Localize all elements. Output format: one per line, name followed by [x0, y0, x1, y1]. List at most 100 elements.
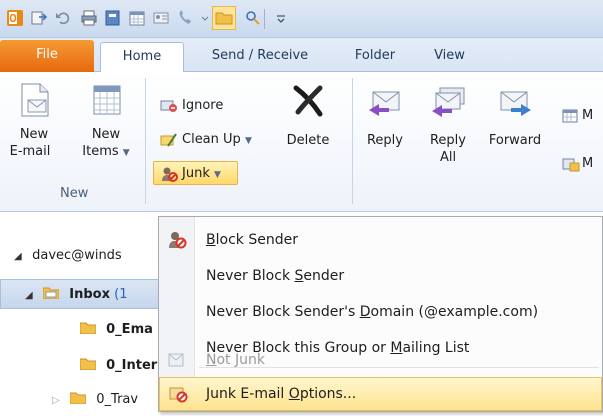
ignore-button[interactable]: Ignore [158, 94, 223, 118]
junk-dropdown-icon: ▼ [213, 170, 221, 180]
folder-icon [80, 358, 96, 370]
reply-all-label-1: Reply [429, 133, 466, 148]
group-label-new: New [60, 186, 89, 201]
new-items-dropdown-icon: ▼ [122, 148, 130, 158]
reply-button[interactable]: Reply [360, 80, 410, 149]
new-email-button[interactable]: New E-mail [10, 80, 56, 160]
undo-icon[interactable] [54, 9, 72, 27]
meeting-button[interactable]: M [560, 104, 593, 128]
meeting-label: M [582, 108, 594, 123]
junk-options-icon [168, 385, 188, 403]
folder-item[interactable]: 0_Inter [80, 351, 157, 381]
label-pre: Never Block [206, 268, 295, 284]
clean-up-button[interactable]: Clean Up ▼ [158, 128, 252, 152]
label-rest: ot Junk [216, 352, 265, 368]
folder-item[interactable]: 0_Ema [80, 315, 153, 345]
forward-icon [495, 80, 535, 120]
menu-item-block-sender[interactable]: Block Sender [159, 223, 602, 257]
collapse-triangle-icon[interactable]: ◢ [25, 281, 39, 311]
reply-icon [365, 80, 405, 120]
tab-file[interactable]: File [0, 40, 94, 72]
delete-button[interactable]: Delete [282, 80, 334, 149]
inbox-folder-icon [43, 287, 60, 299]
search-people-icon[interactable] [244, 9, 262, 27]
menu-item-never-block-sender[interactable]: Never Block Sender [159, 259, 602, 293]
new-email-icon [14, 80, 54, 120]
collapse-triangle-icon[interactable]: ◢ [14, 242, 28, 272]
access-key: D [359, 304, 371, 320]
more-respond-label: M [582, 156, 594, 171]
clean-up-dropdown-icon: ▼ [244, 136, 252, 146]
quick-access-toolbar [0, 0, 603, 38]
clean-up-label: Clean Up [182, 132, 241, 147]
ignore-icon [160, 98, 178, 114]
account-name: davec@winds [32, 248, 122, 263]
new-items-button[interactable]: New Items ▼ [80, 80, 132, 162]
tab-send-receive[interactable]: Send / Receive [190, 42, 330, 72]
ribbon-group-separator [145, 78, 146, 204]
new-items-label-2: Items [82, 144, 119, 159]
menu-item-label: Never Block Sender [206, 259, 344, 293]
phone-dropdown-icon[interactable] [196, 9, 209, 27]
ribbon-tabs: File Home Send / Receive Folder View [0, 38, 603, 73]
label-rest: omain (@example.com) [370, 304, 539, 320]
calendar-grid-icon[interactable] [128, 9, 146, 27]
menu-item-not-junk[interactable]: Not Junk [159, 343, 602, 377]
block-sender-icon [167, 231, 187, 249]
folder-label: 0_Ema [106, 322, 153, 337]
junk-button[interactable]: Junk ▼ [153, 161, 238, 185]
folder-inbox[interactable]: ◢ Inbox (1 [0, 279, 160, 309]
send-receive-all-icon[interactable] [30, 9, 48, 27]
delete-x-icon [288, 80, 328, 120]
phone-icon[interactable] [176, 9, 194, 27]
junk-label: Junk [182, 166, 210, 181]
new-items-label-1: New [91, 127, 121, 142]
menu-item-never-block-domain[interactable]: Never Block Sender's Domain (@example.co… [159, 295, 602, 329]
junk-dropdown-menu: Block Sender Never Block Sender Never Bl… [158, 216, 603, 412]
folder-pane: ◢ davec@winds ◢ Inbox (1 0_Ema 0_Inter ▷… [0, 213, 160, 412]
access-key: O [288, 386, 300, 402]
more-respond-button[interactable]: M [560, 152, 593, 176]
menu-item-label: Junk E-mail Options... [206, 377, 356, 411]
address-book-icon[interactable] [104, 9, 122, 27]
clean-up-icon [160, 132, 178, 148]
contact-card-icon[interactable] [152, 9, 170, 27]
account-row[interactable]: ◢ davec@winds [14, 241, 122, 271]
access-key: B [206, 232, 216, 248]
delete-label: Delete [286, 133, 330, 148]
label-pre: Never Block Sender's [206, 304, 360, 320]
folder-icon[interactable] [212, 6, 236, 30]
forward-label: Forward [488, 133, 542, 148]
new-email-label-2: E-mail [9, 144, 51, 159]
forward-button[interactable]: Forward [484, 80, 546, 149]
tab-view[interactable]: View [422, 42, 477, 72]
reply-all-icon [428, 80, 468, 120]
reply-label: Reply [366, 133, 403, 148]
menu-item-label: Never Block Sender's Domain (@example.co… [206, 295, 538, 329]
more-respond-icon [562, 156, 580, 172]
ignore-label: Ignore [182, 98, 224, 113]
menu-item-label: Not Junk [206, 343, 265, 377]
menu-item-junk-email-options[interactable]: Junk E-mail Options... [159, 377, 602, 411]
reply-all-button[interactable]: Reply All [423, 80, 473, 166]
folder-icon [70, 392, 87, 404]
print-icon[interactable] [80, 9, 98, 27]
folder-label: 0_Inter [106, 358, 158, 373]
ribbon-home: New E-mail New Items ▼ New Ignore Clean … [0, 72, 603, 212]
inbox-label: Inbox [69, 287, 110, 302]
outlook-logo-icon[interactable] [6, 9, 24, 27]
label-rest: ptions... [299, 386, 357, 402]
folder-item[interactable]: ▷ 0_Trav [52, 385, 138, 415]
tab-home[interactable]: Home [100, 42, 184, 73]
tab-folder[interactable]: Folder [340, 42, 410, 72]
reply-all-label-2: All [439, 150, 457, 165]
junk-icon [160, 166, 178, 182]
new-items-label-row: Items ▼ [80, 143, 132, 162]
access-key: N [206, 352, 217, 368]
new-items-icon [86, 80, 126, 120]
customize-qat-icon[interactable] [272, 9, 285, 27]
ribbon-group-separator [352, 78, 353, 204]
not-junk-icon [167, 351, 187, 369]
label-rest: ender [303, 268, 345, 284]
meeting-icon [562, 108, 580, 124]
